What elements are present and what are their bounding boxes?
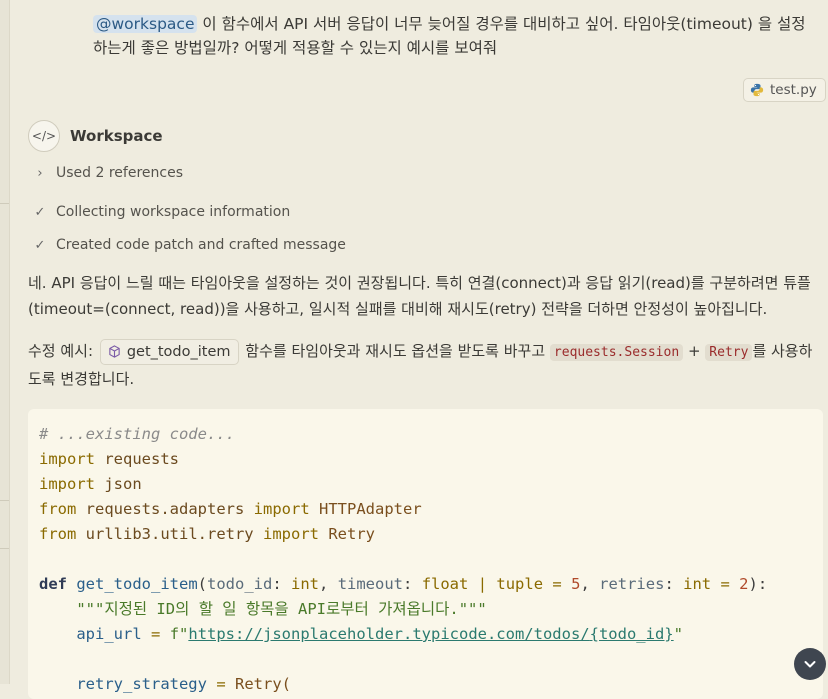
scroll-down-button[interactable] (794, 648, 826, 680)
code-param: retries (599, 575, 665, 593)
plus-sign: + (687, 342, 701, 360)
chevron-right-icon: › (37, 165, 43, 181)
step-label: Created code patch and crafted message (56, 237, 346, 253)
code-class: Retry (328, 525, 376, 543)
code-icon: </> (28, 120, 60, 152)
symbol-label: get_todo_item (126, 343, 231, 360)
references-toggle[interactable]: › Used 2 references (33, 165, 183, 181)
file-chip-label: test.py (770, 82, 817, 98)
code-class: Retry( (235, 675, 292, 693)
code-module: requests.adapters (85, 500, 245, 518)
code-keyword: import (39, 475, 95, 493)
workspace-mention[interactable]: @workspace (93, 15, 198, 33)
code-keyword: import (253, 500, 310, 518)
rail-divider (0, 500, 9, 501)
assistant-name: Workspace (70, 127, 163, 145)
rail-divider (0, 203, 9, 204)
code-variable: api_url (76, 625, 142, 643)
example-mid: 함수를 타임아웃과 재시도 옵션을 받도록 바꾸고 (245, 342, 546, 360)
code-url-variable: {todo_id} (589, 625, 674, 643)
code-module: requests (104, 450, 179, 468)
check-icon: ✓ (34, 237, 46, 253)
python-icon (750, 83, 764, 97)
code-number: 5 (571, 575, 581, 593)
code-function-name: get_todo_item (76, 575, 198, 593)
chevron-down-icon (804, 661, 816, 668)
code-url-link[interactable]: https://jsonplaceholder.typicode.com/tod… (188, 625, 589, 643)
answer-paragraph: 네. API 응답이 느릴 때는 타임아웃을 설정하는 것이 권장됩니다. 특히… (28, 274, 811, 318)
code-block[interactable]: # ...existing code... import requests im… (28, 409, 823, 699)
user-prompt: @workspace 이 함수에서 API 서버 응답이 너무 늦어질 경우를 … (93, 12, 813, 60)
progress-step: ✓ Created code patch and crafted message (33, 237, 346, 253)
code-module: json (104, 475, 142, 493)
left-rail (0, 0, 10, 684)
code-keyword: from (39, 500, 77, 518)
code-comment: # ...existing code... (39, 425, 235, 443)
symbol-reference-chip[interactable]: get_todo_item (99, 338, 239, 365)
progress-step: ✓ Collecting workspace information (33, 204, 291, 220)
code-keyword: def (39, 575, 67, 593)
file-reference-chip[interactable]: test.py (743, 78, 826, 102)
code-type: int (683, 575, 712, 593)
code-lines: # ...existing code... import requests im… (39, 425, 768, 693)
code-type: int (291, 575, 320, 593)
code-param: todo_id (207, 575, 273, 593)
code-docstring: """지정된 ID의 할 일 항목을 API로부터 가져옵니다.""" (76, 600, 487, 618)
rail-divider (0, 548, 9, 549)
code-keyword: import (263, 525, 319, 543)
code-type: float (421, 575, 469, 593)
code-keyword: import (39, 450, 95, 468)
step-label: Used 2 references (56, 165, 183, 181)
code-variable: retry_strategy (76, 675, 207, 693)
check-icon: ✓ (34, 204, 46, 220)
code-module: urllib3.util.retry (85, 525, 254, 543)
code-fstring-prefix: f" (169, 625, 189, 643)
code-number: 2 (739, 575, 749, 593)
inline-code: requests.Session (549, 344, 684, 361)
cube-icon (109, 345, 120, 358)
code-keyword: from (39, 525, 77, 543)
step-label: Collecting workspace information (56, 204, 291, 220)
code-param: timeout (337, 575, 404, 593)
inline-code: Retry (705, 344, 753, 361)
example-prefix: 수정 예시: (28, 342, 94, 360)
code-operator: | (477, 575, 488, 593)
answer-paragraph-example: 수정 예시: get_todo_item 함수를 타임아웃과 재시도 옵션을 받… (28, 338, 818, 392)
code-type: tuple (496, 575, 544, 593)
assistant-header: </> Workspace (28, 120, 163, 152)
code-class: HTTPAdapter (319, 500, 422, 518)
prompt-text: 이 함수에서 API 서버 응답이 너무 늦어질 경우를 대비하고 싶어. 타임… (93, 15, 806, 57)
